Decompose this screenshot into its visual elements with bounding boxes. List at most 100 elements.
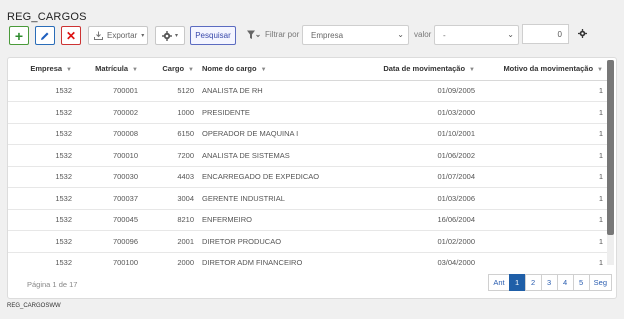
table-cell: ENCARREGADO DE EXPEDICAO xyxy=(198,166,358,188)
table-cell: 1532 xyxy=(8,80,76,102)
column-header-label: Data de movimentação xyxy=(383,64,466,74)
caret-down-icon: ▾ xyxy=(141,33,145,39)
edit-button[interactable] xyxy=(35,26,55,45)
table-cell: 1 xyxy=(479,166,607,188)
pager-page-button[interactable]: 1 xyxy=(508,274,526,291)
column-header[interactable]: Data de movimentação ▼ xyxy=(358,58,479,81)
table-cell: 2000 xyxy=(142,252,198,268)
table-cell: 700045 xyxy=(76,209,142,231)
table-cell: DIRETOR PRODUCAO xyxy=(198,230,358,253)
table-row[interactable]: 1532 700045 8210 ENFERMEIRO 16/06/2004 1 xyxy=(8,209,607,231)
table-cell: 01/07/2004 xyxy=(358,166,479,188)
sort-caret-icon[interactable]: ▼ xyxy=(261,67,267,73)
delete-button[interactable]: ✕ xyxy=(61,26,81,45)
data-table-header: Empresa ▼ Matrícula ▼ Cargo ▼ Nome do cargo ▼ Da… xyxy=(8,58,607,81)
table-cell: 4403 xyxy=(142,166,198,188)
table-cell: 1 xyxy=(479,230,607,253)
pager-page-button[interactable]: 4 xyxy=(556,274,574,291)
column-header[interactable]: Empresa ▼ xyxy=(8,58,76,81)
table-cell: DIRETOR ADM FINANCEIRO xyxy=(198,252,358,268)
table-cell: 2001 xyxy=(142,230,198,253)
table-row[interactable]: 1532 700096 2001 DIRETOR PRODUCAO 01/02/2000… xyxy=(8,230,607,253)
table-cell: 1532 xyxy=(8,187,76,210)
table-cell: 3004 xyxy=(142,187,198,210)
plus-icon: + xyxy=(14,27,24,44)
table-cell: 01/10/2001 xyxy=(358,123,479,145)
table-cell: ENFERMEIRO xyxy=(198,209,358,231)
sort-caret-icon[interactable]: ▼ xyxy=(132,67,138,73)
settings-dropdown-button[interactable]: ▾ xyxy=(155,26,185,45)
close-icon: ✕ xyxy=(65,28,77,43)
table-cell: 1532 xyxy=(8,101,76,124)
table-cell: 1532 xyxy=(8,144,76,167)
number-input[interactable]: 0 xyxy=(522,24,569,44)
table-cell: 1532 xyxy=(8,123,76,145)
table-row[interactable]: 1532 700002 1000 PRESIDENTE 01/03/2000 1 xyxy=(8,101,607,124)
pagination: Ant 1 2 3 4 5 Seg xyxy=(488,274,612,291)
toolbar: + ✕ Exportar ▾ ▾ Pesquisar Filtrar por E… xyxy=(7,24,617,46)
table-cell: 1 xyxy=(479,101,607,124)
table-cell: 700037 xyxy=(76,187,142,210)
data-grid-panel: Empresa ▼ Matrícula ▼ Cargo ▼ Nome do cargo ▼ Da… xyxy=(7,57,617,299)
table-cell: 1 xyxy=(479,252,607,268)
table-row[interactable]: 1532 700008 6150 OPERADOR DE MAQUINA I 01/10… xyxy=(8,123,607,145)
table-cell: ANALISTA DE SISTEMAS xyxy=(198,144,358,167)
export-label: Exportar xyxy=(107,31,138,40)
table-cell: 5120 xyxy=(142,80,198,102)
table-cell: 16/06/2004 xyxy=(358,209,479,231)
gear-icon xyxy=(161,30,172,41)
pager-page-button[interactable]: 3 xyxy=(540,274,558,291)
sort-caret-icon[interactable]: ▼ xyxy=(469,67,475,73)
table-row[interactable]: 1532 700100 2000 DIRETOR ADM FINANCEIRO 03/0… xyxy=(8,252,607,268)
export-button[interactable]: Exportar ▾ xyxy=(88,26,148,45)
table-cell: 1532 xyxy=(8,166,76,188)
table-cell: 700001 xyxy=(76,80,142,102)
form-id-label: REG_CARGOSWW xyxy=(7,303,61,309)
table-cell: 1532 xyxy=(8,209,76,231)
table-cell: 700030 xyxy=(76,166,142,188)
sort-caret-icon[interactable]: ▼ xyxy=(66,67,72,73)
filter-label: Filtrar por xyxy=(265,30,300,39)
table-cell: 1532 xyxy=(8,252,76,268)
table-body[interactable]: 1532 700001 5120 ANALISTA DE RH 01/09/2005 1 1… xyxy=(8,80,607,268)
value-select[interactable]: - ⌄ xyxy=(434,25,519,45)
column-header-label: Motivo da movimentação xyxy=(503,64,594,74)
table-row[interactable]: 1532 700030 4403 ENCARREGADO DE EXPEDICAO 01… xyxy=(8,166,607,188)
column-header[interactable]: Cargo ▼ xyxy=(142,58,198,81)
table-cell: 1 xyxy=(479,80,607,102)
sort-caret-icon[interactable]: ▼ xyxy=(597,67,603,73)
page-info: Página 1 de 17 xyxy=(27,280,78,289)
table-cell: 1532 xyxy=(8,230,76,253)
table-cell: 1 xyxy=(479,209,607,231)
table-row[interactable]: 1532 700010 7200 ANALISTA DE SISTEMAS 01/06/… xyxy=(8,144,607,167)
table-row[interactable]: 1532 700001 5120 ANALISTA DE RH 01/09/2005 1 xyxy=(8,80,607,102)
table-cell: 1 xyxy=(479,144,607,167)
sort-caret-icon[interactable]: ▼ xyxy=(188,67,194,73)
pager-next-button[interactable]: Seg xyxy=(588,274,612,291)
add-button[interactable]: + xyxy=(9,26,29,45)
table-cell: 01/03/2000 xyxy=(358,101,479,124)
table-cell: 01/09/2005 xyxy=(358,80,479,102)
pager-prev-button[interactable]: Ant xyxy=(488,274,510,291)
value-label: valor xyxy=(414,30,432,39)
column-header-label: Matrícula xyxy=(95,64,129,74)
table-cell: 700100 xyxy=(76,252,142,268)
pager-page-button[interactable]: 5 xyxy=(572,274,590,291)
filter-field-select[interactable]: Empresa ⌄ xyxy=(302,25,409,45)
gear-icon[interactable] xyxy=(578,29,587,38)
column-header[interactable]: Matrícula ▼ xyxy=(76,58,142,81)
table-cell: 1000 xyxy=(142,101,198,124)
vertical-scrollbar[interactable] xyxy=(607,60,614,265)
scrollbar-thumb[interactable] xyxy=(607,60,614,235)
column-header[interactable]: Motivo da movimentação ▼ xyxy=(479,58,607,81)
column-header[interactable]: Nome do cargo ▼ xyxy=(198,58,358,81)
table-cell: 8210 xyxy=(142,209,198,231)
table-cell: 1 xyxy=(479,123,607,145)
table-row[interactable]: 1532 700037 3004 GERENTE INDUSTRIAL 01/03/20… xyxy=(8,187,607,210)
table-cell: 700002 xyxy=(76,101,142,124)
pager-page-button[interactable]: 2 xyxy=(524,274,542,291)
table-cell: 01/06/2002 xyxy=(358,144,479,167)
column-header-label: Nome do cargo xyxy=(202,64,257,74)
search-button[interactable]: Pesquisar xyxy=(190,26,236,45)
download-icon xyxy=(94,31,103,40)
